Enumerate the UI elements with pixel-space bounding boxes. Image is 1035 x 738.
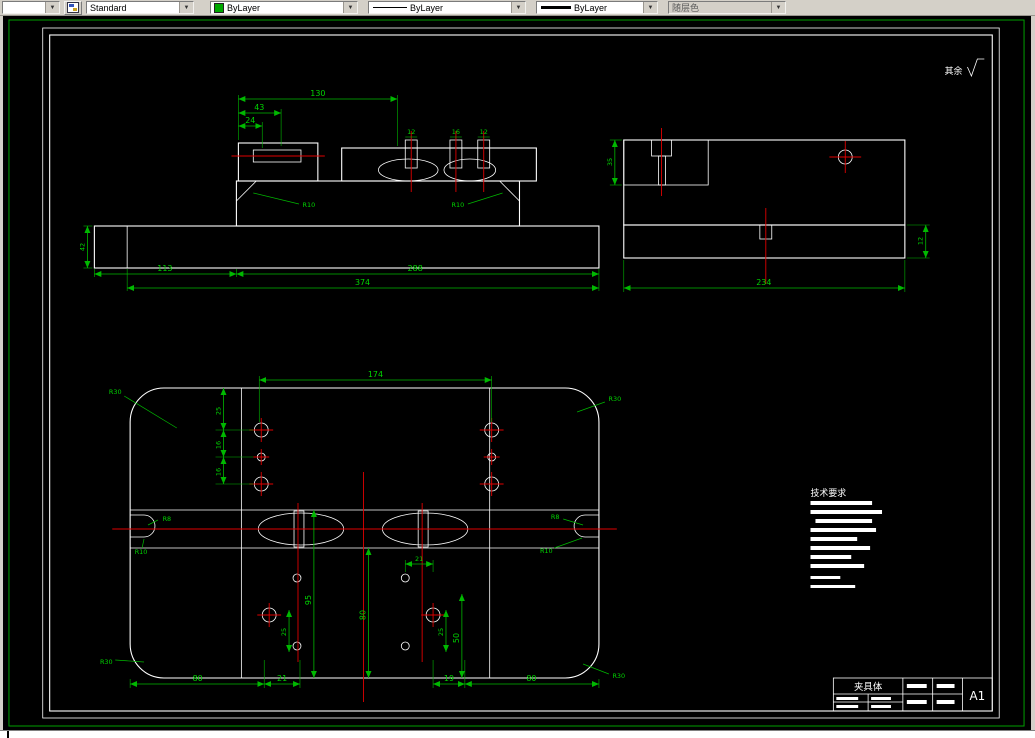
text-style-combo-value: Standard	[90, 2, 127, 13]
chevron-down-icon[interactable]: ▼	[179, 2, 193, 13]
text-style-combo[interactable]: Standard ▼	[86, 1, 194, 14]
dim-label: 25	[280, 628, 288, 636]
dim-label: 374	[355, 278, 370, 287]
dim-label: 35	[606, 158, 614, 166]
text-cursor-icon	[7, 731, 9, 738]
color-combo-value: ByLayer	[227, 2, 261, 13]
chevron-down-icon[interactable]: ▼	[511, 2, 525, 13]
plan-view-centerlines	[112, 418, 617, 702]
surface-finish-note: 其余	[945, 58, 985, 78]
dim-label: 80	[359, 610, 368, 620]
linetype-combo-value: ByLayer	[410, 2, 444, 13]
plan-view-geometry	[129, 387, 600, 679]
color-combo[interactable]: ByLayer ▼	[210, 1, 358, 14]
dim-label: 16	[452, 128, 460, 136]
layer-icon	[67, 2, 79, 13]
side-view-dimensions: 234 35 12	[606, 139, 930, 292]
dim-label: 113	[157, 264, 172, 273]
dim-label: R8	[551, 513, 560, 521]
dim-label: 174	[368, 370, 383, 379]
layer-combo[interactable]: ▼	[2, 1, 60, 14]
dim-label: 21	[415, 555, 423, 563]
dim-label: 21	[277, 674, 287, 683]
chevron-down-icon[interactable]: ▼	[643, 2, 657, 13]
drawing-sheet: 其余 130 43 24 12 16 12 42 R10 R10 113 288…	[8, 19, 1025, 727]
dim-label: 80	[526, 674, 536, 683]
dim-label: 234	[756, 278, 771, 287]
dim-label: 12	[917, 237, 925, 245]
dim-label: R30	[612, 672, 625, 680]
dim-label: 25	[215, 407, 223, 415]
color-swatch-icon	[214, 2, 224, 13]
dim-label: 16	[215, 441, 223, 449]
drawing-limits-border	[8, 19, 1025, 727]
plot-style-combo-value: 随层色	[672, 3, 700, 13]
dim-label: 95	[304, 595, 313, 605]
linetype-sample-icon	[373, 7, 407, 8]
part-name: 夹具体	[854, 681, 883, 693]
dim-label: 42	[78, 243, 86, 251]
chevron-down-icon: ▼	[771, 2, 785, 13]
chevron-down-icon[interactable]: ▼	[343, 2, 357, 13]
drawing-canvas[interactable]: 其余 130 43 24 12 16 12 42 R10 R10 113 288…	[0, 16, 1035, 730]
dim-label: 12	[407, 128, 415, 136]
chevron-down-icon[interactable]: ▼	[45, 2, 59, 13]
surface-note-label: 其余	[945, 65, 963, 77]
dim-label: 43	[254, 103, 264, 112]
dim-label: 50	[452, 633, 461, 643]
lineweight-sample-icon	[541, 6, 571, 9]
dim-label: 130	[310, 89, 325, 98]
make-object-layer-current-button[interactable]	[64, 0, 82, 15]
plot-style-combo[interactable]: 随层色 ▼	[668, 1, 786, 14]
dim-label: 12	[480, 128, 488, 136]
front-view-geometry	[93, 139, 600, 269]
dim-label: 288	[408, 264, 423, 273]
command-line[interactable]	[0, 730, 1035, 738]
sheet-frame	[42, 27, 1000, 719]
side-view-centerlines	[661, 128, 862, 284]
side-section-view[interactable]: 234 35 12	[606, 128, 930, 292]
dim-label: R10	[540, 547, 553, 555]
title-block: 夹具体 A1	[832, 677, 993, 712]
dim-label: 19	[444, 674, 454, 683]
front-view-dimensions: 130 43 24 12 16 12 42 R10 R10 113 288 37…	[78, 89, 600, 291]
dim-label: 80	[193, 674, 203, 683]
lineweight-combo[interactable]: ByLayer ▼	[536, 1, 658, 14]
dim-label: R30	[100, 658, 113, 666]
dim-label: R10	[303, 201, 316, 209]
front-view-centerlines	[231, 131, 485, 192]
tech-requirements: 技术要求	[810, 487, 883, 588]
dim-label: R30	[109, 388, 122, 396]
front-section-view[interactable]: 130 43 24 12 16 12 42 R10 R10 113 288 37…	[78, 89, 600, 291]
tech-requirements-title: 技术要求	[811, 487, 847, 499]
dim-label: 16	[215, 468, 223, 476]
tech-requirements-text	[810, 501, 883, 588]
dim-label: R10	[452, 201, 465, 209]
dim-label: 24	[245, 116, 255, 125]
surface-roughness-icon	[967, 58, 985, 78]
dim-label: R10	[135, 548, 148, 556]
side-view-geometry	[623, 139, 906, 259]
lineweight-combo-value: ByLayer	[574, 2, 608, 13]
linetype-combo[interactable]: ByLayer ▼	[368, 1, 526, 14]
dim-label: R30	[608, 395, 621, 403]
plan-view[interactable]: 174 25 16 16 95 80 50 25 25 21 80 21 19 …	[100, 370, 625, 702]
toolbar: ▼ Standard ▼ ByLayer ▼ ByLayer ▼ ByLayer…	[0, 0, 1035, 16]
dim-label: R8	[163, 515, 172, 523]
dim-label: 25	[437, 628, 445, 636]
sheet-size: A1	[970, 689, 986, 703]
